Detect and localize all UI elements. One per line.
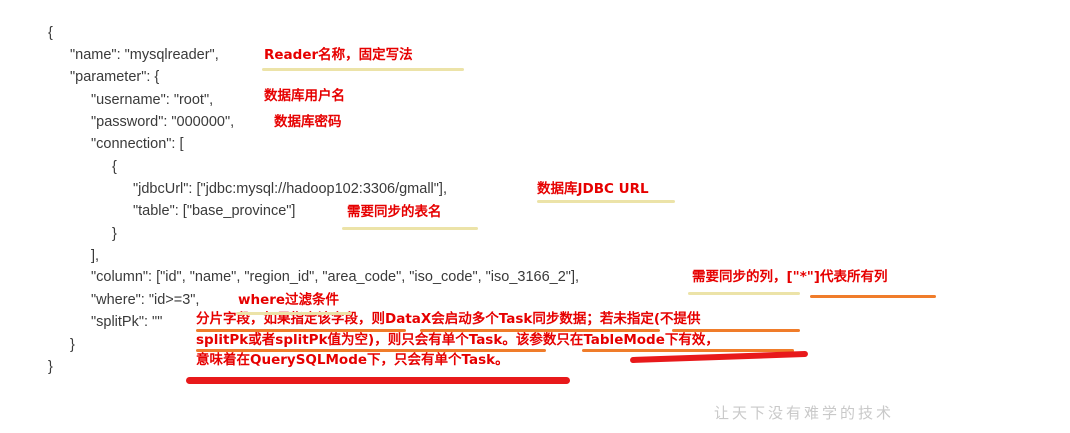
code-connection-open-brace: {: [112, 159, 117, 175]
annotation-password: 数据库密码: [274, 114, 342, 130]
code-jdbcurl-line: "jdbcUrl": ["jdbc:mysql://hadoop102:3306…: [133, 181, 447, 197]
annotation-username: 数据库用户名: [264, 88, 345, 104]
code-connection-close-bracket: ],: [91, 248, 100, 264]
annotation-where: where过滤条件: [238, 292, 340, 308]
annotation-splitpk-line-2: splitPk或者splitPk值为空)，则只会有单个Task。该参数只在Tab…: [196, 332, 719, 348]
watermark-text: 让天下没有难学的技术: [714, 404, 895, 422]
code-parameter-close-brace: }: [70, 337, 75, 353]
code-column-line: "column": ["id", "name", "region_id", "a…: [91, 269, 580, 285]
annotated-config-document: { "code_lines": [ "{", "\"name\": \"mysq…: [0, 0, 1070, 433]
code-name-line: "name": "mysqlreader",: [70, 47, 219, 63]
highlight-splitpk-underline-1b: [420, 329, 660, 332]
highlight-splitpk-underline-1a: [196, 329, 406, 332]
highlight-querysqlmode-underline: [186, 377, 570, 384]
highlight-jdbcurl-underline: [537, 200, 675, 203]
highlight-where-underline: [236, 312, 352, 315]
code-open-brace: {: [48, 25, 53, 41]
annotation-splitpk-line-3: 意味着在QuerySQLMode下，只会有单个Task。: [196, 352, 509, 368]
highlight-table-underline: [342, 227, 478, 230]
highlight-splitpk-underline-1c: [672, 329, 800, 332]
code-where-line: "where": "id>=3",: [91, 292, 200, 308]
highlight-all-columns-underline: [810, 295, 936, 298]
code-connection-line: "connection": [: [91, 136, 184, 152]
highlight-name-underline: [262, 68, 464, 71]
highlight-column-underline: [688, 292, 800, 295]
code-table-line: "table": ["base_province"]: [133, 203, 296, 219]
code-username-line: "username": "root",: [91, 92, 214, 108]
code-close-brace: }: [48, 359, 53, 375]
highlight-tablemode-underline: [629, 350, 809, 364]
code-splitpk-line: "splitPk": "": [91, 314, 163, 330]
highlight-splitpk-underline-2a: [196, 349, 546, 352]
annotation-column: 需要同步的列，["*"]代表所有列: [692, 269, 888, 285]
code-password-line: "password": "000000",: [91, 114, 235, 130]
annotation-table: 需要同步的表名: [347, 204, 442, 220]
code-connection-close-brace: }: [112, 226, 117, 242]
code-parameter-line: "parameter": {: [70, 69, 160, 85]
annotation-name: Reader名称，固定写法: [264, 47, 413, 63]
annotation-jdbcurl: 数据库JDBC URL: [537, 181, 649, 197]
